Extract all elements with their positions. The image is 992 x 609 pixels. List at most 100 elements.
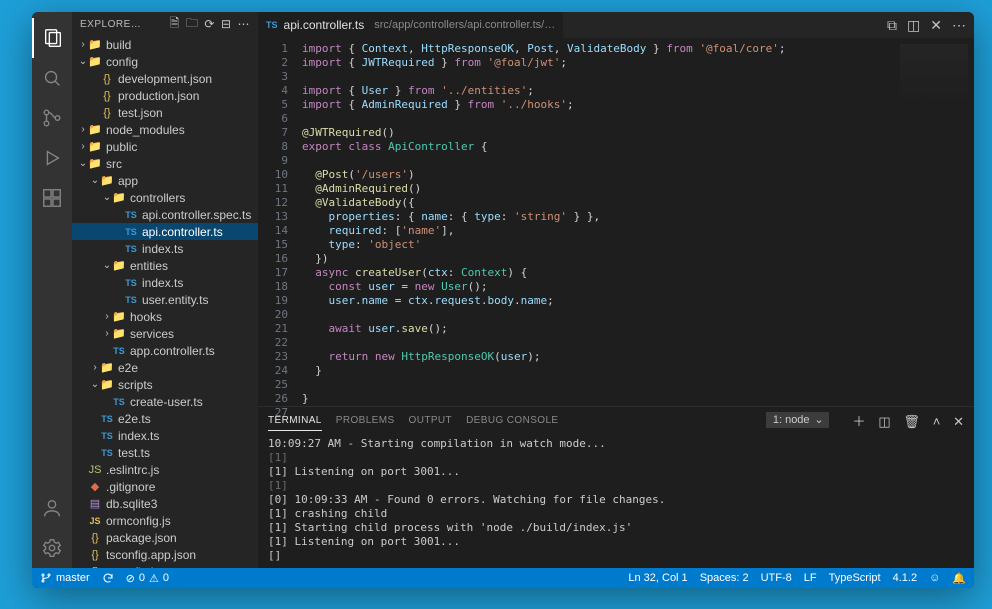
trash-terminal-icon[interactable]: 🗑 xyxy=(903,414,920,429)
split-terminal-icon[interactable]: ◫ xyxy=(878,414,890,429)
tree-item[interactable]: ⌄📁config xyxy=(72,53,258,70)
tree-item[interactable]: {}package.json xyxy=(72,529,258,546)
new-folder-icon[interactable]: 🗀 xyxy=(186,14,199,35)
js-icon: JS xyxy=(88,516,102,526)
tree-item[interactable]: ›📁hooks xyxy=(72,308,258,325)
tree-item[interactable]: JS.eslintrc.js xyxy=(72,461,258,478)
close-tab-icon[interactable]: ✕ xyxy=(930,17,942,34)
line-gutter: 1234567891011121314151617181920212223242… xyxy=(258,38,296,406)
settings-gear-icon[interactable] xyxy=(32,528,72,568)
tree-item-label: .eslintrc.js xyxy=(106,463,159,477)
tree-item[interactable]: TScreate-user.ts xyxy=(72,393,258,410)
panel-tab-problems[interactable]: PROBLEMS xyxy=(336,415,395,426)
more-icon[interactable]: ⋯ xyxy=(238,17,251,31)
feedback-icon[interactable]: ☺ xyxy=(929,572,940,584)
tree-item-label: index.ts xyxy=(118,429,159,443)
compare-icon[interactable]: ⧉ xyxy=(887,17,897,34)
tree-item[interactable]: TSindex.ts xyxy=(72,427,258,444)
terminal-selector[interactable]: 1: node xyxy=(766,412,829,428)
eol[interactable]: LF xyxy=(804,572,817,584)
cursor-position[interactable]: Ln 32, Col 1 xyxy=(628,572,687,584)
warning-count: 0 xyxy=(163,572,169,584)
source-control-icon[interactable] xyxy=(32,98,72,138)
editor-tab[interactable]: TS api.controller.ts src/app/controllers… xyxy=(258,12,564,38)
tab-more-icon[interactable]: ⋯ xyxy=(952,17,966,34)
tree-item[interactable]: JSormconfig.js xyxy=(72,512,258,529)
tree-item[interactable]: ›📁services xyxy=(72,325,258,342)
maximize-panel-icon[interactable]: ˄ xyxy=(933,414,941,429)
collapse-icon[interactable]: ⊟ xyxy=(221,17,232,31)
accounts-icon[interactable] xyxy=(32,488,72,528)
tree-item[interactable]: TSapi.controller.spec.ts xyxy=(72,206,258,223)
close-panel-icon[interactable]: ✕ xyxy=(953,414,964,429)
json-icon: {} xyxy=(88,532,102,544)
tree-item[interactable]: ⌄📁entities xyxy=(72,257,258,274)
extensions-icon[interactable] xyxy=(32,178,72,218)
tree-item-label: controllers xyxy=(130,191,185,205)
file-tree[interactable]: ›📁build⌄📁config{}development.json{}produ… xyxy=(72,36,258,568)
breadcrumb[interactable]: src/app/controllers/api.controller.ts/… xyxy=(374,19,555,31)
code-area[interactable]: import { Context, HttpResponseOK, Post, … xyxy=(296,38,894,406)
tree-item-label: config xyxy=(106,55,138,69)
editor-tabbar: TS api.controller.ts src/app/controllers… xyxy=(258,12,974,38)
language-mode[interactable]: TypeScript xyxy=(829,572,881,584)
tree-item[interactable]: TSuser.entity.ts xyxy=(72,291,258,308)
indent-setting[interactable]: Spaces: 2 xyxy=(700,572,749,584)
run-debug-icon[interactable] xyxy=(32,138,72,178)
new-file-icon[interactable]: 🗎 xyxy=(170,14,180,35)
minimap[interactable] xyxy=(894,38,974,406)
tree-item[interactable]: ▤db.sqlite3 xyxy=(72,495,258,512)
terminal-output[interactable]: 10:09:27 AM - Starting compilation in wa… xyxy=(258,433,974,568)
tree-item[interactable]: ›📁public xyxy=(72,138,258,155)
tree-item[interactable]: TSindex.ts xyxy=(72,274,258,291)
tree-item-label: e2e xyxy=(118,361,138,375)
tree-item[interactable]: {}test.json xyxy=(72,104,258,121)
encoding[interactable]: UTF-8 xyxy=(761,572,792,584)
folder-icon: 📁 xyxy=(88,38,102,51)
git-branch[interactable]: master xyxy=(40,572,90,584)
tree-item[interactable]: ◆.gitignore xyxy=(72,478,258,495)
terminal-selector-label: 1: node xyxy=(773,414,810,426)
tree-item[interactable]: {}development.json xyxy=(72,70,258,87)
tree-item-label: entities xyxy=(130,259,168,273)
split-editor-icon[interactable]: ◫ xyxy=(907,17,920,34)
ts-version[interactable]: 4.1.2 xyxy=(893,572,917,584)
problems-indicator[interactable]: ⊘0 ⚠0 xyxy=(126,572,169,585)
refresh-icon[interactable]: ⟳ xyxy=(204,17,215,31)
editor-body[interactable]: 1234567891011121314151617181920212223242… xyxy=(258,38,974,406)
tab-filename: api.controller.ts xyxy=(284,18,365,32)
tree-item[interactable]: ⌄📁app xyxy=(72,172,258,189)
tree-item[interactable]: ›📁e2e xyxy=(72,359,258,376)
tree-item[interactable]: ⌄📁scripts xyxy=(72,376,258,393)
tree-item[interactable]: {}production.json xyxy=(72,87,258,104)
explorer-header: EXPLORE… 🗎 🗀 ⟳ ⊟ ⋯ xyxy=(72,12,258,36)
tree-item[interactable]: ⌄📁controllers xyxy=(72,189,258,206)
tree-item-label: services xyxy=(130,327,174,341)
tree-item[interactable]: TStest.ts xyxy=(72,444,258,461)
explorer-icon[interactable] xyxy=(32,18,72,58)
tree-item-label: api.controller.spec.ts xyxy=(142,208,251,222)
tree-item[interactable]: {}tsconfig.app.json xyxy=(72,546,258,563)
tree-item[interactable]: ›📁build xyxy=(72,36,258,53)
panel-tab-output[interactable]: OUTPUT xyxy=(409,415,453,426)
tree-item[interactable]: ›📁node_modules xyxy=(72,121,258,138)
tree-item[interactable]: TSapi.controller.ts xyxy=(72,223,258,240)
notifications-icon[interactable]: 🔔 xyxy=(952,572,966,585)
panel-tab-debug-console[interactable]: DEBUG CONSOLE xyxy=(466,415,558,426)
search-icon[interactable] xyxy=(32,58,72,98)
json-icon: {} xyxy=(100,73,114,85)
tree-item[interactable]: ⌄📁src xyxy=(72,155,258,172)
tree-item[interactable]: TSe2e.ts xyxy=(72,410,258,427)
sync-icon[interactable] xyxy=(102,572,114,584)
tree-item-label: .gitignore xyxy=(106,480,155,494)
tree-item[interactable]: TSapp.controller.ts xyxy=(72,342,258,359)
tree-item[interactable]: TSindex.ts xyxy=(72,240,258,257)
branch-name: master xyxy=(56,572,90,584)
folder-icon: 📁 xyxy=(88,55,102,68)
panel-actions: ＋ ◫ 🗑 ˄ ✕ xyxy=(843,411,964,430)
new-terminal-icon[interactable]: ＋ xyxy=(853,414,866,429)
explorer-title: EXPLORE… xyxy=(80,19,164,30)
folder-icon: 📁 xyxy=(112,191,126,204)
tree-item-label: test.ts xyxy=(118,446,150,460)
tree-item-label: app.controller.ts xyxy=(130,344,215,358)
